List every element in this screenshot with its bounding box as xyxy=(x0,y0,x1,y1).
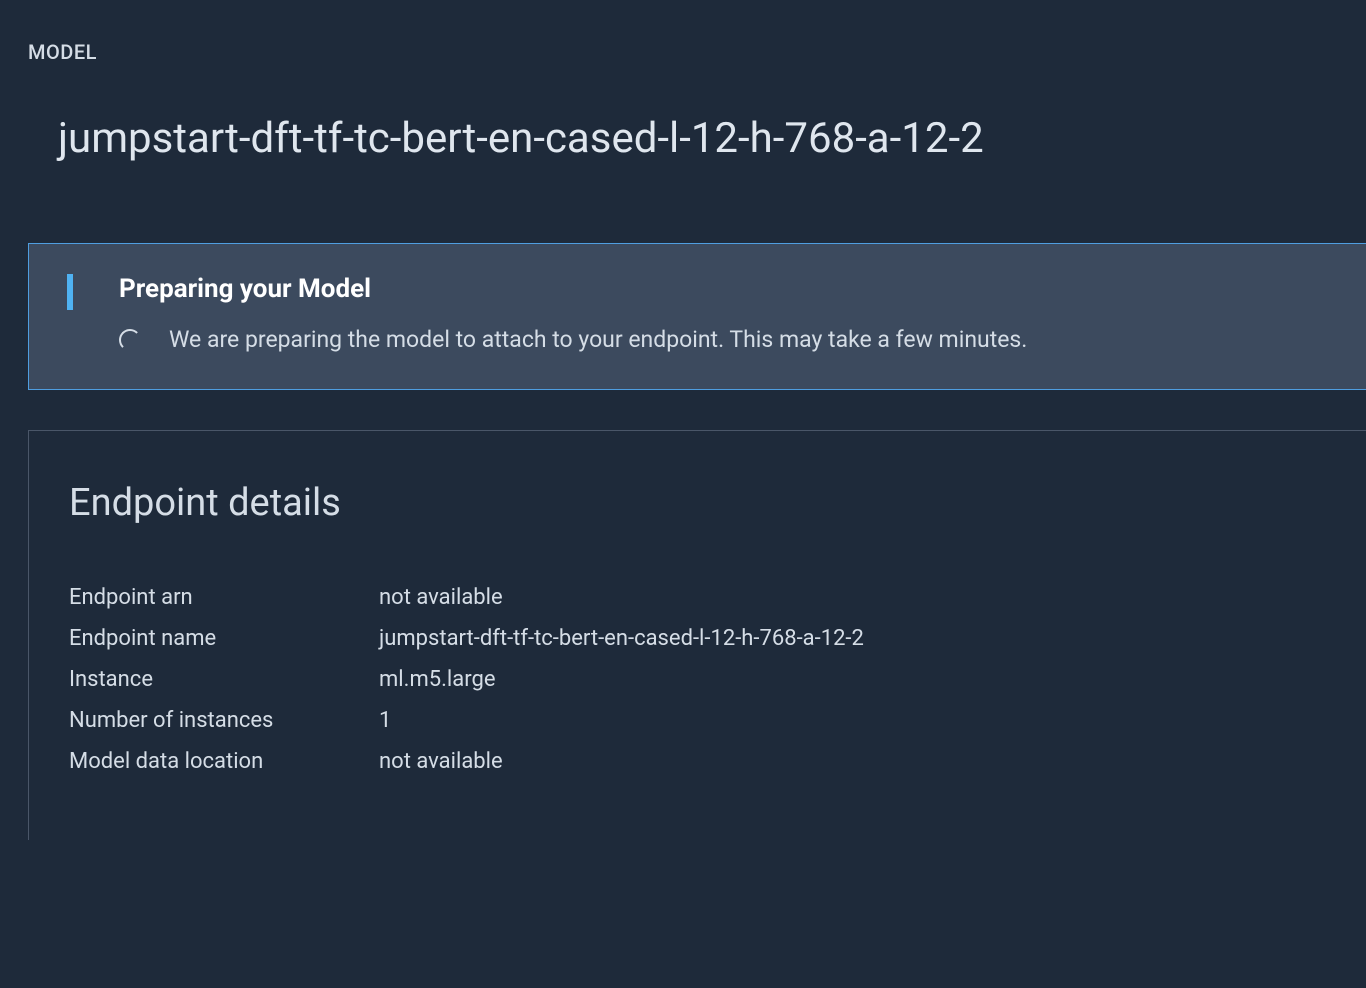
detail-row: Number of instances 1 xyxy=(69,708,1326,733)
detail-label: Instance xyxy=(69,667,379,692)
notification-message: We are preparing the model to attach to … xyxy=(169,326,1027,353)
notification-panel: Preparing your Model We are preparing th… xyxy=(28,243,1366,390)
detail-row: Endpoint name jumpstart-dft-tf-tc-bert-e… xyxy=(69,626,1326,651)
detail-label: Endpoint arn xyxy=(69,585,379,610)
detail-value: ml.m5.large xyxy=(379,667,496,692)
detail-label: Number of instances xyxy=(69,708,379,733)
detail-row: Endpoint arn not available xyxy=(69,585,1326,610)
detail-row: Model data location not available xyxy=(69,749,1326,774)
notification-accent-bar xyxy=(67,274,73,310)
notification-body: We are preparing the model to attach to … xyxy=(119,326,1326,353)
endpoint-details-heading: Endpoint details xyxy=(69,481,1326,525)
detail-value: not available xyxy=(379,585,503,610)
detail-value: jumpstart-dft-tf-tc-bert-en-cased-l-12-h… xyxy=(379,626,864,651)
breadcrumb[interactable]: MODEL xyxy=(0,0,1366,64)
notification-title: Preparing your Model xyxy=(119,274,1326,304)
page-title: jumpstart-dft-tf-tc-bert-en-cased-l-12-h… xyxy=(0,64,1366,163)
detail-label: Model data location xyxy=(69,749,379,774)
endpoint-details-panel: Endpoint details Endpoint arn not availa… xyxy=(28,430,1366,840)
detail-value: not available xyxy=(379,749,503,774)
detail-row: Instance ml.m5.large xyxy=(69,667,1326,692)
detail-value: 1 xyxy=(379,708,391,733)
loading-spinner-icon xyxy=(119,329,141,351)
detail-label: Endpoint name xyxy=(69,626,379,651)
